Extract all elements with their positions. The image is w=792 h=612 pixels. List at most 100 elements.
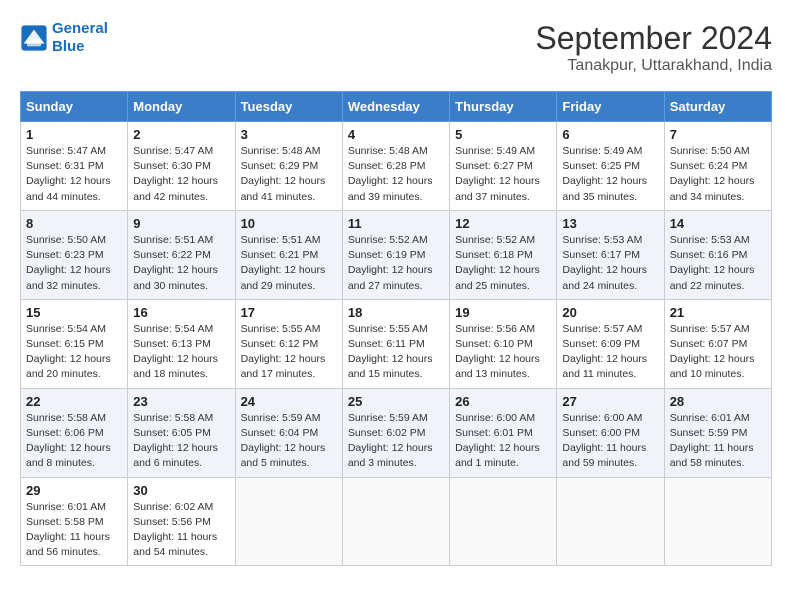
cell-info: Sunrise: 5:59 AMSunset: 6:04 PMDaylight:… <box>241 411 337 472</box>
calendar-cell: 4 Sunrise: 5:48 AMSunset: 6:28 PMDaylight… <box>342 122 449 211</box>
month-title: September 2024 <box>535 20 772 57</box>
cell-day-number: 22 <box>26 394 122 409</box>
week-row-2: 8 Sunrise: 5:50 AMSunset: 6:23 PMDaylight… <box>21 210 772 299</box>
cell-info: Sunrise: 5:47 AMSunset: 6:30 PMDaylight:… <box>133 144 229 205</box>
cell-day-number: 2 <box>133 127 229 142</box>
calendar-cell: 17 Sunrise: 5:55 AMSunset: 6:12 PMDayligh… <box>235 299 342 388</box>
calendar-cell: 29 Sunrise: 6:01 AMSunset: 5:58 PMDayligh… <box>21 477 128 566</box>
cell-info: Sunrise: 5:57 AMSunset: 6:09 PMDaylight:… <box>562 322 658 383</box>
cell-info: Sunrise: 5:50 AMSunset: 6:24 PMDaylight:… <box>670 144 766 205</box>
cell-day-number: 7 <box>670 127 766 142</box>
calendar-cell: 26Sunrise: 6:00 AMSunset: 6:01 PMDayligh… <box>450 388 557 477</box>
logo-icon <box>20 24 48 52</box>
cell-day-number: 8 <box>26 216 122 231</box>
title-area: September 2024 Tanakpur, Uttarakhand, In… <box>535 20 772 75</box>
cell-info: Sunrise: 6:02 AMSunset: 5:56 PMDaylight:… <box>133 500 229 561</box>
cell-day-number: 17 <box>241 305 337 320</box>
cell-info: Sunrise: 5:55 AMSunset: 6:12 PMDaylight:… <box>241 322 337 383</box>
calendar-cell: 1 Sunrise: 5:47 AMSunset: 6:31 PMDaylight… <box>21 122 128 211</box>
calendar-cell <box>557 477 664 566</box>
cell-info: Sunrise: 5:54 AMSunset: 6:13 PMDaylight:… <box>133 322 229 383</box>
cell-day-number: 5 <box>455 127 551 142</box>
cell-day-number: 4 <box>348 127 444 142</box>
calendar-cell <box>450 477 557 566</box>
cell-info: Sunrise: 5:52 AMSunset: 6:18 PMDaylight:… <box>455 233 551 294</box>
cell-day-number: 14 <box>670 216 766 231</box>
cell-info: Sunrise: 5:52 AMSunset: 6:19 PMDaylight:… <box>348 233 444 294</box>
calendar-cell: 7 Sunrise: 5:50 AMSunset: 6:24 PMDaylight… <box>664 122 771 211</box>
weekday-header-monday: Monday <box>128 92 235 122</box>
calendar-table: SundayMondayTuesdayWednesdayThursdayFrid… <box>20 91 772 566</box>
cell-day-number: 21 <box>670 305 766 320</box>
cell-info: Sunrise: 5:51 AMSunset: 6:22 PMDaylight:… <box>133 233 229 294</box>
calendar-cell: 21Sunrise: 5:57 AMSunset: 6:07 PMDayligh… <box>664 299 771 388</box>
calendar-cell: 18 Sunrise: 5:55 AMSunset: 6:11 PMDayligh… <box>342 299 449 388</box>
calendar-cell: 14Sunrise: 5:53 AMSunset: 6:16 PMDayligh… <box>664 210 771 299</box>
page-header: General Blue September 2024 Tanakpur, Ut… <box>20 20 772 75</box>
calendar-cell: 19 Sunrise: 5:56 AMSunset: 6:10 PMDayligh… <box>450 299 557 388</box>
calendar-cell: 6Sunrise: 5:49 AMSunset: 6:25 PMDaylight… <box>557 122 664 211</box>
cell-day-number: 25 <box>348 394 444 409</box>
cell-info: Sunrise: 5:47 AMSunset: 6:31 PMDaylight:… <box>26 144 122 205</box>
cell-day-number: 1 <box>26 127 122 142</box>
cell-info: Sunrise: 5:48 AMSunset: 6:28 PMDaylight:… <box>348 144 444 205</box>
cell-info: Sunrise: 5:53 AMSunset: 6:17 PMDaylight:… <box>562 233 658 294</box>
cell-info: Sunrise: 6:01 AMSunset: 5:59 PMDaylight:… <box>670 411 766 472</box>
calendar-cell <box>664 477 771 566</box>
cell-day-number: 30 <box>133 483 229 498</box>
cell-day-number: 13 <box>562 216 658 231</box>
calendar-cell <box>235 477 342 566</box>
cell-day-number: 23 <box>133 394 229 409</box>
calendar-cell: 12Sunrise: 5:52 AMSunset: 6:18 PMDayligh… <box>450 210 557 299</box>
cell-info: Sunrise: 5:50 AMSunset: 6:23 PMDaylight:… <box>26 233 122 294</box>
cell-day-number: 29 <box>26 483 122 498</box>
calendar-cell: 22 Sunrise: 5:58 AMSunset: 6:06 PMDayligh… <box>21 388 128 477</box>
weekday-header-sunday: Sunday <box>21 92 128 122</box>
calendar-cell: 2 Sunrise: 5:47 AMSunset: 6:30 PMDaylight… <box>128 122 235 211</box>
calendar-cell <box>342 477 449 566</box>
cell-info: Sunrise: 5:58 AMSunset: 6:05 PMDaylight:… <box>133 411 229 472</box>
calendar-cell: 27 Sunrise: 6:00 AMSunset: 6:00 PMDayligh… <box>557 388 664 477</box>
calendar-cell: 10Sunrise: 5:51 AMSunset: 6:21 PMDayligh… <box>235 210 342 299</box>
logo-text: General Blue <box>52 20 108 56</box>
weekday-header-wednesday: Wednesday <box>342 92 449 122</box>
cell-info: Sunrise: 5:59 AMSunset: 6:02 PMDaylight:… <box>348 411 444 472</box>
calendar-cell: 8 Sunrise: 5:50 AMSunset: 6:23 PMDaylight… <box>21 210 128 299</box>
cell-info: Sunrise: 6:00 AMSunset: 6:00 PMDaylight:… <box>562 411 658 472</box>
calendar-cell: 15 Sunrise: 5:54 AMSunset: 6:15 PMDayligh… <box>21 299 128 388</box>
calendar-cell: 24 Sunrise: 5:59 AMSunset: 6:04 PMDayligh… <box>235 388 342 477</box>
week-row-5: 29 Sunrise: 6:01 AMSunset: 5:58 PMDayligh… <box>21 477 772 566</box>
week-row-1: 1 Sunrise: 5:47 AMSunset: 6:31 PMDaylight… <box>21 122 772 211</box>
calendar-cell: 16 Sunrise: 5:54 AMSunset: 6:13 PMDayligh… <box>128 299 235 388</box>
calendar-cell: 28 Sunrise: 6:01 AMSunset: 5:59 PMDayligh… <box>664 388 771 477</box>
weekday-header-friday: Friday <box>557 92 664 122</box>
cell-day-number: 20 <box>562 305 658 320</box>
cell-info: Sunrise: 5:56 AMSunset: 6:10 PMDaylight:… <box>455 322 551 383</box>
calendar-cell: 11Sunrise: 5:52 AMSunset: 6:19 PMDayligh… <box>342 210 449 299</box>
cell-info: Sunrise: 5:55 AMSunset: 6:11 PMDaylight:… <box>348 322 444 383</box>
calendar-cell: 9 Sunrise: 5:51 AMSunset: 6:22 PMDaylight… <box>128 210 235 299</box>
week-row-3: 15 Sunrise: 5:54 AMSunset: 6:15 PMDayligh… <box>21 299 772 388</box>
cell-day-number: 18 <box>348 305 444 320</box>
cell-info: Sunrise: 5:49 AMSunset: 6:25 PMDaylight:… <box>562 144 658 205</box>
cell-day-number: 9 <box>133 216 229 231</box>
cell-info: Sunrise: 5:54 AMSunset: 6:15 PMDaylight:… <box>26 322 122 383</box>
calendar-cell: 3Sunrise: 5:48 AMSunset: 6:29 PMDaylight… <box>235 122 342 211</box>
cell-day-number: 24 <box>241 394 337 409</box>
cell-info: Sunrise: 6:01 AMSunset: 5:58 PMDaylight:… <box>26 500 122 561</box>
calendar-cell: 30 Sunrise: 6:02 AMSunset: 5:56 PMDayligh… <box>128 477 235 566</box>
cell-day-number: 16 <box>133 305 229 320</box>
cell-info: Sunrise: 5:51 AMSunset: 6:21 PMDaylight:… <box>241 233 337 294</box>
cell-info: Sunrise: 6:00 AMSunset: 6:01 PMDaylight:… <box>455 411 551 472</box>
calendar-cell: 25 Sunrise: 5:59 AMSunset: 6:02 PMDayligh… <box>342 388 449 477</box>
cell-info: Sunrise: 5:58 AMSunset: 6:06 PMDaylight:… <box>26 411 122 472</box>
cell-day-number: 19 <box>455 305 551 320</box>
calendar-cell: 20 Sunrise: 5:57 AMSunset: 6:09 PMDayligh… <box>557 299 664 388</box>
location-title: Tanakpur, Uttarakhand, India <box>535 57 772 75</box>
week-row-4: 22 Sunrise: 5:58 AMSunset: 6:06 PMDayligh… <box>21 388 772 477</box>
cell-day-number: 27 <box>562 394 658 409</box>
weekday-header-saturday: Saturday <box>664 92 771 122</box>
cell-day-number: 28 <box>670 394 766 409</box>
cell-day-number: 15 <box>26 305 122 320</box>
weekday-header-row: SundayMondayTuesdayWednesdayThursdayFrid… <box>21 92 772 122</box>
